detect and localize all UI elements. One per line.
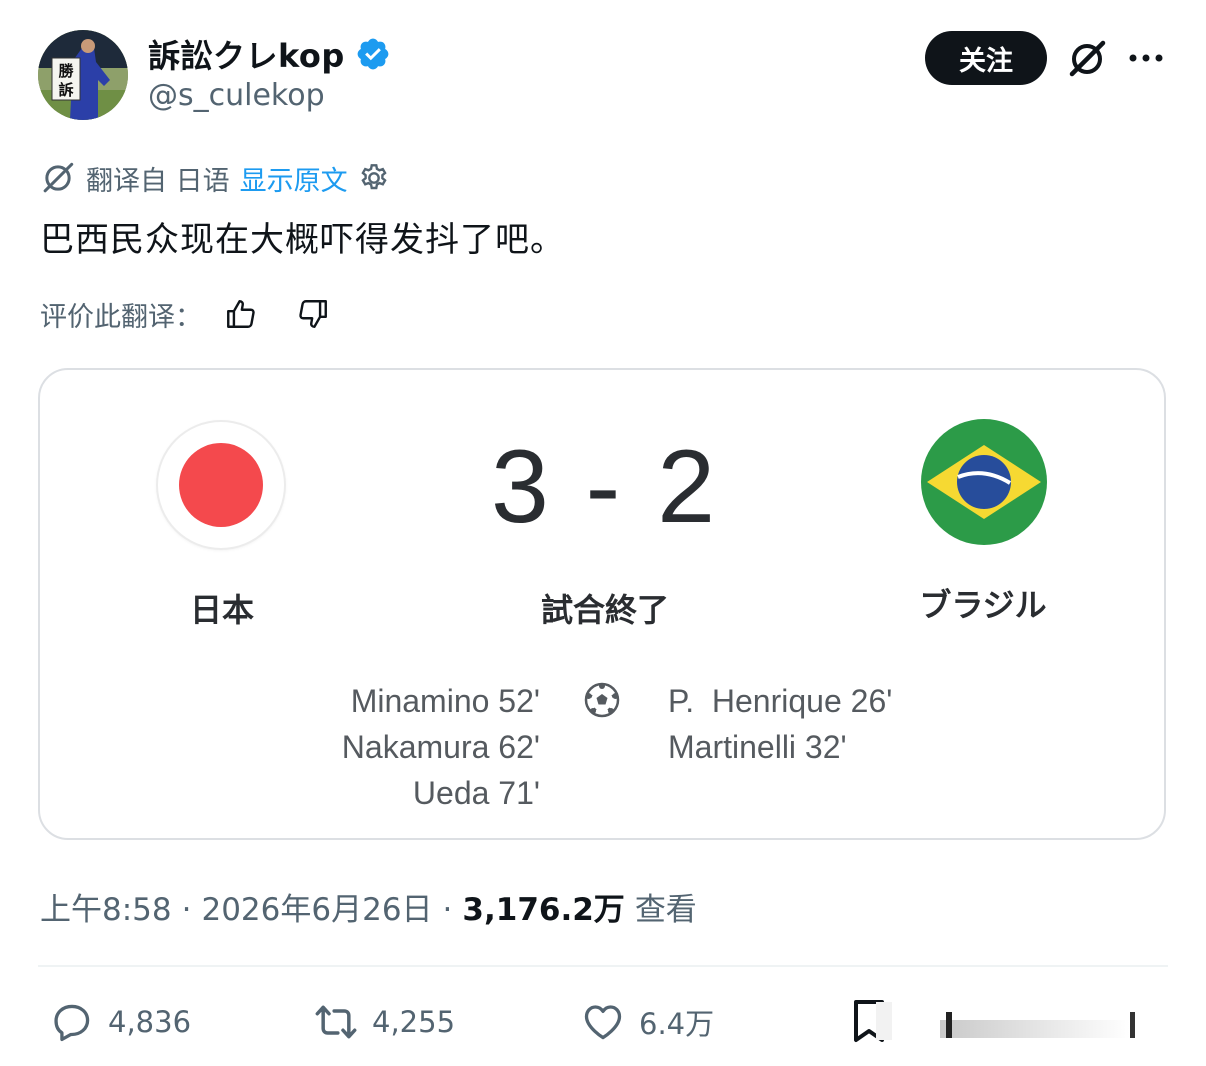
heart-icon <box>584 1005 622 1040</box>
bookmark-icon[interactable] <box>848 998 892 1044</box>
away-scorers-list: P. Henrique 26' Martinelli 32' <box>668 678 988 770</box>
divider <box>38 965 1168 967</box>
match-status: 試合終了 <box>540 591 669 629</box>
reply-count: 4,836 <box>108 1005 192 1039</box>
grok-icon[interactable] <box>1066 38 1108 80</box>
japan-flag-sun <box>179 443 263 527</box>
user-name-row[interactable]: 訴訟クレkop <box>148 30 391 78</box>
retweet-count: 4,255 <box>372 1005 456 1039</box>
away-team-name: ブラジル <box>919 586 1047 624</box>
like-button[interactable]: 6.4万 <box>581 1000 714 1044</box>
like-count: 6.4万 <box>639 1007 715 1041</box>
avatar-image <box>38 30 128 120</box>
away-scorer: Martinelli 32' <box>668 729 847 765</box>
home-scorer: Nakamura 62' <box>341 729 540 765</box>
tweet-time[interactable]: 上午8:58 <box>40 884 172 929</box>
avatar-sign-text: 勝訴 <box>58 62 74 99</box>
soccer-ball-icon <box>584 682 620 718</box>
avatar[interactable]: 勝訴 <box>38 30 128 120</box>
views-count: 3,176.2万 <box>462 892 625 928</box>
display-name[interactable]: 訴訟クレkop <box>148 31 345 77</box>
japan-flag-icon <box>158 422 284 548</box>
verified-badge-icon <box>357 38 389 70</box>
home-scorers-list: Minamino 52' Nakamura 62' Ueda 71' <box>240 678 540 816</box>
translation-row: 翻译自 日语 显示原文 <box>40 158 390 198</box>
tweet-date[interactable]: 2026年6月26日 <box>201 884 432 929</box>
reply-button[interactable]: 4,836 <box>50 1000 191 1044</box>
follow-button[interactable]: 关注 <box>925 31 1047 85</box>
settings-gear-icon[interactable] <box>358 162 390 194</box>
retweet-icon <box>315 1005 357 1039</box>
rate-translation-label: 评价此翻译： <box>40 301 202 333</box>
home-scorer: Minamino 52' <box>350 683 540 719</box>
thumbs-down-icon[interactable] <box>296 297 330 331</box>
more-icon[interactable] <box>1128 50 1164 66</box>
reply-icon <box>54 1004 90 1042</box>
views-label: 查看 <box>634 892 697 928</box>
user-handle[interactable]: @s_culekop <box>148 78 325 113</box>
match-score: 3 - 2 <box>490 429 720 545</box>
away-scorer: P. Henrique 26' <box>668 683 893 719</box>
tweet-text: 巴西民众现在大概吓得发抖了吧。 <box>40 220 565 260</box>
meta-separator: · <box>181 892 192 928</box>
show-original-link[interactable]: 显示原文 <box>240 159 348 198</box>
rate-translation-row: 评价此翻译： <box>40 294 330 334</box>
thumbs-up-icon[interactable] <box>224 297 258 331</box>
translated-from-label: 翻译自 日语 <box>86 165 230 197</box>
brazil-flag-icon <box>921 419 1047 545</box>
home-team-name: 日本 <box>189 591 254 629</box>
share-icon[interactable] <box>940 1012 1160 1040</box>
translate-icon <box>43 162 74 193</box>
home-scorer: Ueda 71' <box>412 775 540 811</box>
meta-separator: · <box>442 892 453 928</box>
retweet-button[interactable]: 4,255 <box>314 1000 455 1044</box>
tweet-meta: 上午8:58 · 2026年6月26日 · 3,176.2万 查看 <box>40 884 697 929</box>
